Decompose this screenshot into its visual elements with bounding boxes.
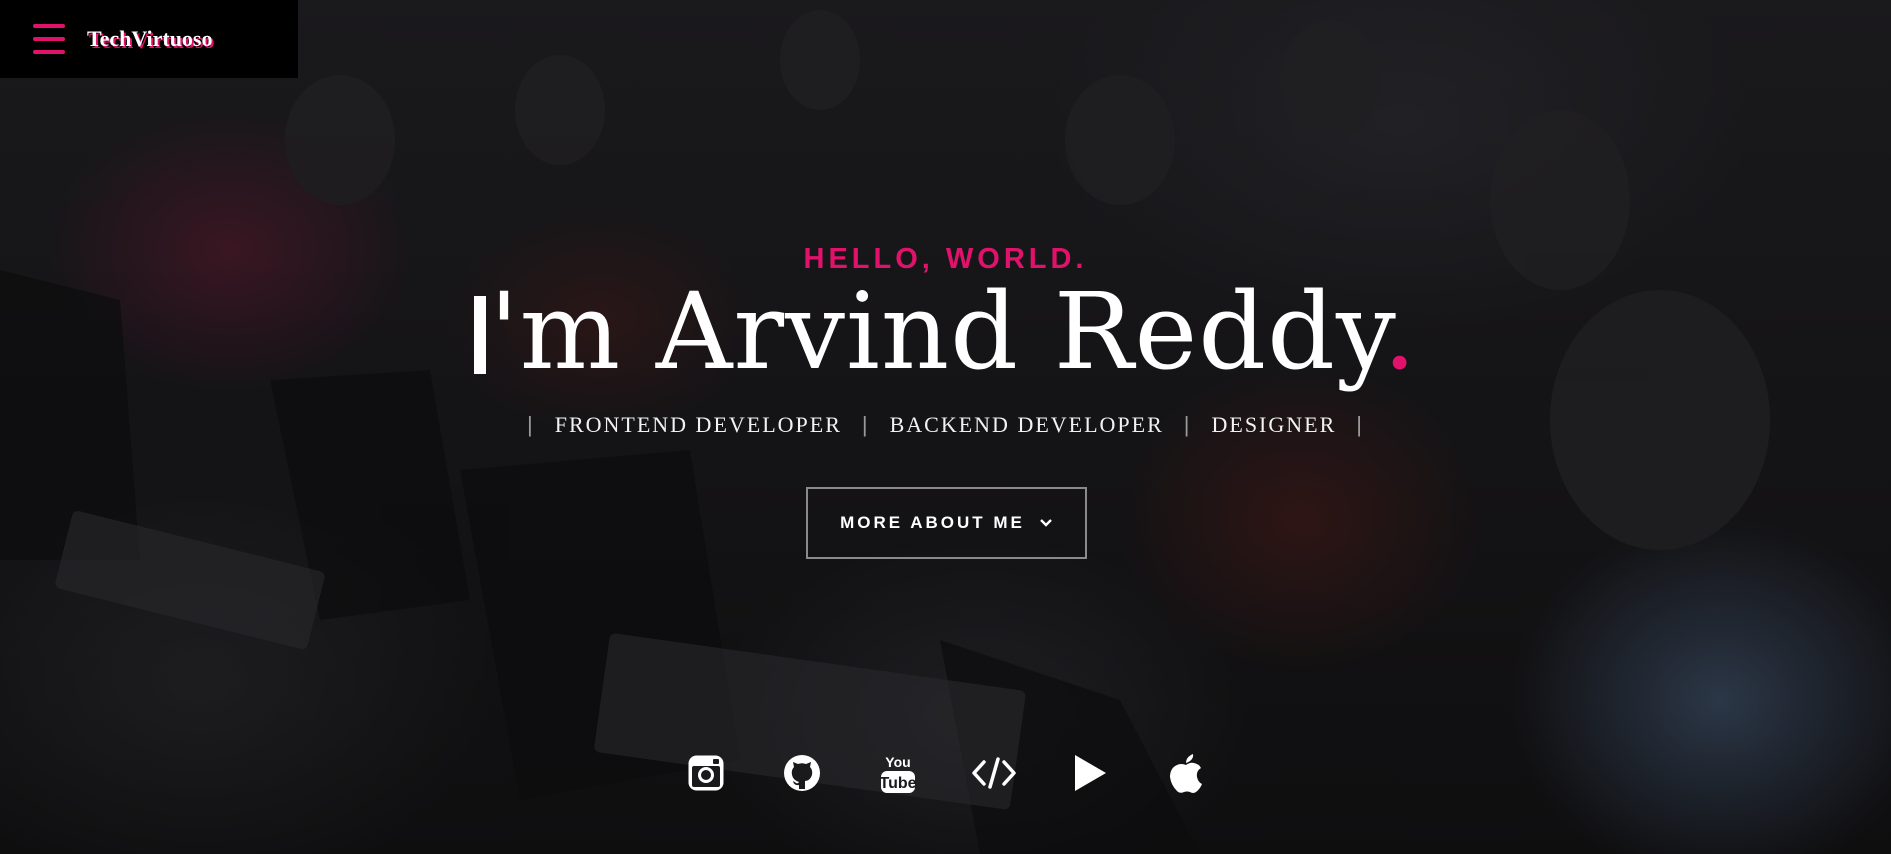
code-icon[interactable] [946, 750, 1042, 796]
role-separator: | [1183, 412, 1192, 437]
svg-text:Tube: Tube [879, 775, 916, 792]
role-designer: DESIGNER [1211, 412, 1337, 437]
hero-roles: | FRONTEND DEVELOPER | BACKEND DEVELOPER… [0, 412, 1891, 438]
hero-section: HELLO, WORLD. 'm Arvind Reddy. | FRONTEN… [0, 0, 1891, 854]
hero-name-heading: 'm Arvind Reddy. [0, 272, 1891, 392]
apple-icon[interactable] [1138, 750, 1234, 796]
role-separator: | [861, 412, 870, 437]
typing-cursor [473, 296, 486, 374]
more-about-me-button[interactable]: MORE ABOUT ME [806, 487, 1087, 559]
role-separator: | [1356, 412, 1364, 437]
github-icon[interactable] [754, 750, 850, 796]
hero-name-period: . [1382, 270, 1418, 393]
social-links: You Tube [0, 750, 1891, 796]
youtube-icon[interactable]: You Tube [850, 750, 946, 796]
chevron-down-icon [1039, 518, 1053, 528]
role-separator: | [527, 412, 535, 437]
hero-name-text: 'm Arvind Reddy [489, 270, 1383, 393]
play-store-icon[interactable] [1042, 750, 1138, 796]
more-about-me-label: MORE ABOUT ME [840, 513, 1025, 532]
instagram-icon[interactable] [658, 750, 754, 796]
role-backend: BACKEND DEVELOPER [889, 412, 1164, 437]
svg-text:You: You [885, 754, 910, 770]
role-frontend: FRONTEND DEVELOPER [554, 412, 842, 437]
